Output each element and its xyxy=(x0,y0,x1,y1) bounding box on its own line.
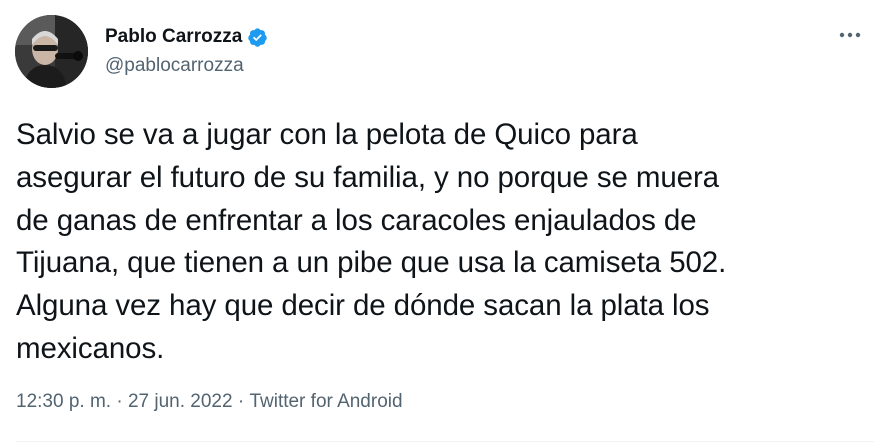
author-display-name[interactable]: Pablo Carrozza xyxy=(105,26,242,48)
tweet-source[interactable]: Twitter for Android xyxy=(249,391,402,413)
tweet-meta: 12:30 p. m. · 27 jun. 2022 · Twitter for… xyxy=(16,391,403,413)
verified-badge-icon xyxy=(247,27,268,48)
avatar-image xyxy=(15,15,88,88)
avatar[interactable] xyxy=(15,15,88,88)
meta-separator: · xyxy=(111,391,128,412)
tweet: Pablo Carrozza @pablocarrozza Salvio se … xyxy=(0,0,890,448)
author-name-row: Pablo Carrozza xyxy=(105,24,268,50)
tweet-text: Salvio se va a jugar con la pelota de Qu… xyxy=(16,118,727,365)
more-horizontal-icon[interactable] xyxy=(836,28,864,42)
tweet-time[interactable]: 12:30 p. m. xyxy=(16,391,111,413)
author-handle[interactable]: @pablocarrozza xyxy=(105,55,244,77)
meta-separator: · xyxy=(232,391,250,412)
tweet-date[interactable]: 27 jun. 2022 xyxy=(128,391,233,413)
divider xyxy=(16,441,874,442)
